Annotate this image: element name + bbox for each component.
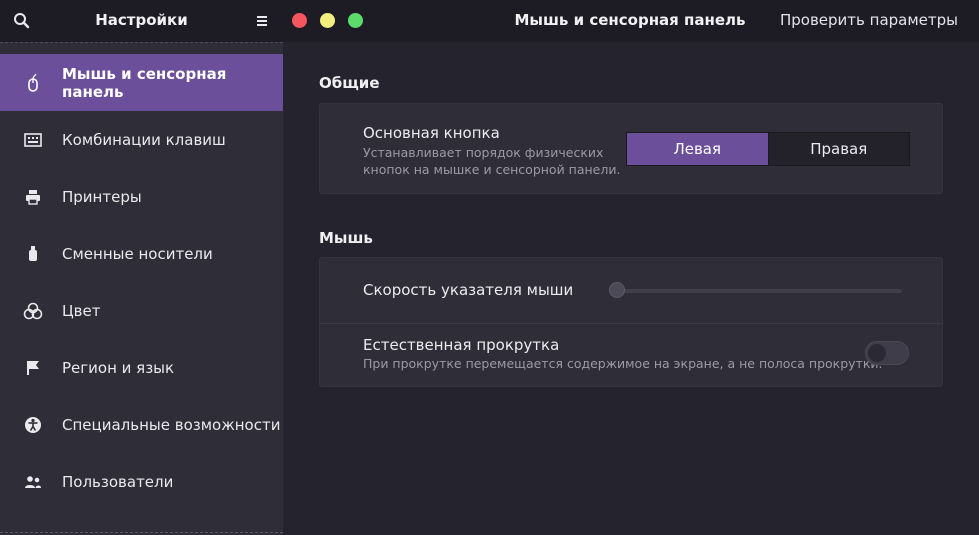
- sidebar-item-label: Специальные возможности: [62, 415, 281, 434]
- maximize-window-button[interactable]: [348, 13, 363, 28]
- section-title-general: Общие: [319, 74, 380, 92]
- check-settings-link[interactable]: Проверить параметры: [780, 11, 958, 29]
- minimize-window-button[interactable]: [320, 13, 335, 28]
- sidebar-item-label: Мышь и сенсорная панель: [62, 64, 227, 101]
- header-bar: Настройки Мышь и сенсорная панель Провер…: [0, 0, 979, 42]
- sidebar: Мышь и сенсорная панель Комбинации клави…: [0, 42, 283, 535]
- primary-button-title: Основная кнопка: [363, 124, 500, 142]
- flag-icon: [23, 358, 43, 378]
- primary-button-description-line1: Устанавливает порядок физических: [363, 145, 604, 160]
- sidebar-title: Настройки: [95, 11, 188, 29]
- section-title-mouse: Мышь: [319, 229, 373, 247]
- sidebar-item-color[interactable]: Цвет: [0, 282, 283, 339]
- pointer-speed-slider[interactable]: [612, 289, 902, 293]
- pointer-speed-slider-handle[interactable]: [609, 282, 625, 298]
- natural-scroll-toggle[interactable]: [865, 341, 909, 365]
- mouse-card: Скорость указателя мыши Естественная про…: [319, 257, 943, 387]
- mouse-icon: [23, 73, 43, 93]
- settings-window: Настройки Мышь и сенсорная панель Провер…: [0, 0, 979, 535]
- sidebar-item-accessibility[interactable]: Специальные возможности: [0, 396, 283, 453]
- page-title: Мышь и сенсорная панель: [514, 11, 746, 29]
- users-icon: [23, 472, 43, 492]
- main-content: Общие Основная кнопка Устанавливает поря…: [283, 42, 979, 535]
- sidebar-item-shortcuts[interactable]: Комбинации клавиш: [0, 111, 283, 168]
- sidebar-item-region-language[interactable]: Регион и язык: [0, 339, 283, 396]
- usb-drive-icon: [23, 244, 43, 264]
- pointer-speed-title: Скорость указателя мыши: [363, 281, 574, 299]
- primary-button-switcher: Левая Правая: [626, 132, 910, 166]
- sidebar-item-label: Пользователи: [62, 472, 174, 491]
- hamburger-menu-icon[interactable]: [253, 12, 271, 30]
- sidebar-item-removable-media[interactable]: Сменные носители: [0, 225, 283, 282]
- toggle-knob: [868, 344, 886, 362]
- accessibility-icon: [23, 415, 43, 435]
- primary-button-description-line2: кнопок на мышке и сенсорной панели.: [363, 162, 621, 177]
- sidebar-item-label: Комбинации клавиш: [62, 130, 226, 149]
- row-divider: [320, 323, 942, 324]
- sidebar-item-label: Принтеры: [62, 187, 142, 206]
- right-button-option[interactable]: Правая: [769, 133, 910, 165]
- sidebar-item-label: Регион и язык: [62, 358, 175, 377]
- natural-scroll-title: Естественная прокрутка: [363, 336, 560, 354]
- color-icon: [23, 301, 43, 321]
- sidebar-item-mouse-touchpad[interactable]: Мышь и сенсорная панель: [0, 54, 283, 111]
- close-window-button[interactable]: [292, 13, 307, 28]
- left-button-option[interactable]: Левая: [627, 133, 768, 165]
- sidebar-item-printers[interactable]: Принтеры: [0, 168, 283, 225]
- sidebar-item-label: Сменные носители: [62, 244, 213, 263]
- keyboard-icon: [23, 130, 43, 150]
- sidebar-item-users[interactable]: Пользователи: [0, 453, 283, 510]
- general-card: Основная кнопка Устанавливает порядок фи…: [319, 103, 943, 194]
- printer-icon: [23, 187, 43, 207]
- sidebar-item-label: Цвет: [62, 301, 101, 320]
- natural-scroll-description: При прокрутке перемещается содержимое на…: [363, 356, 883, 371]
